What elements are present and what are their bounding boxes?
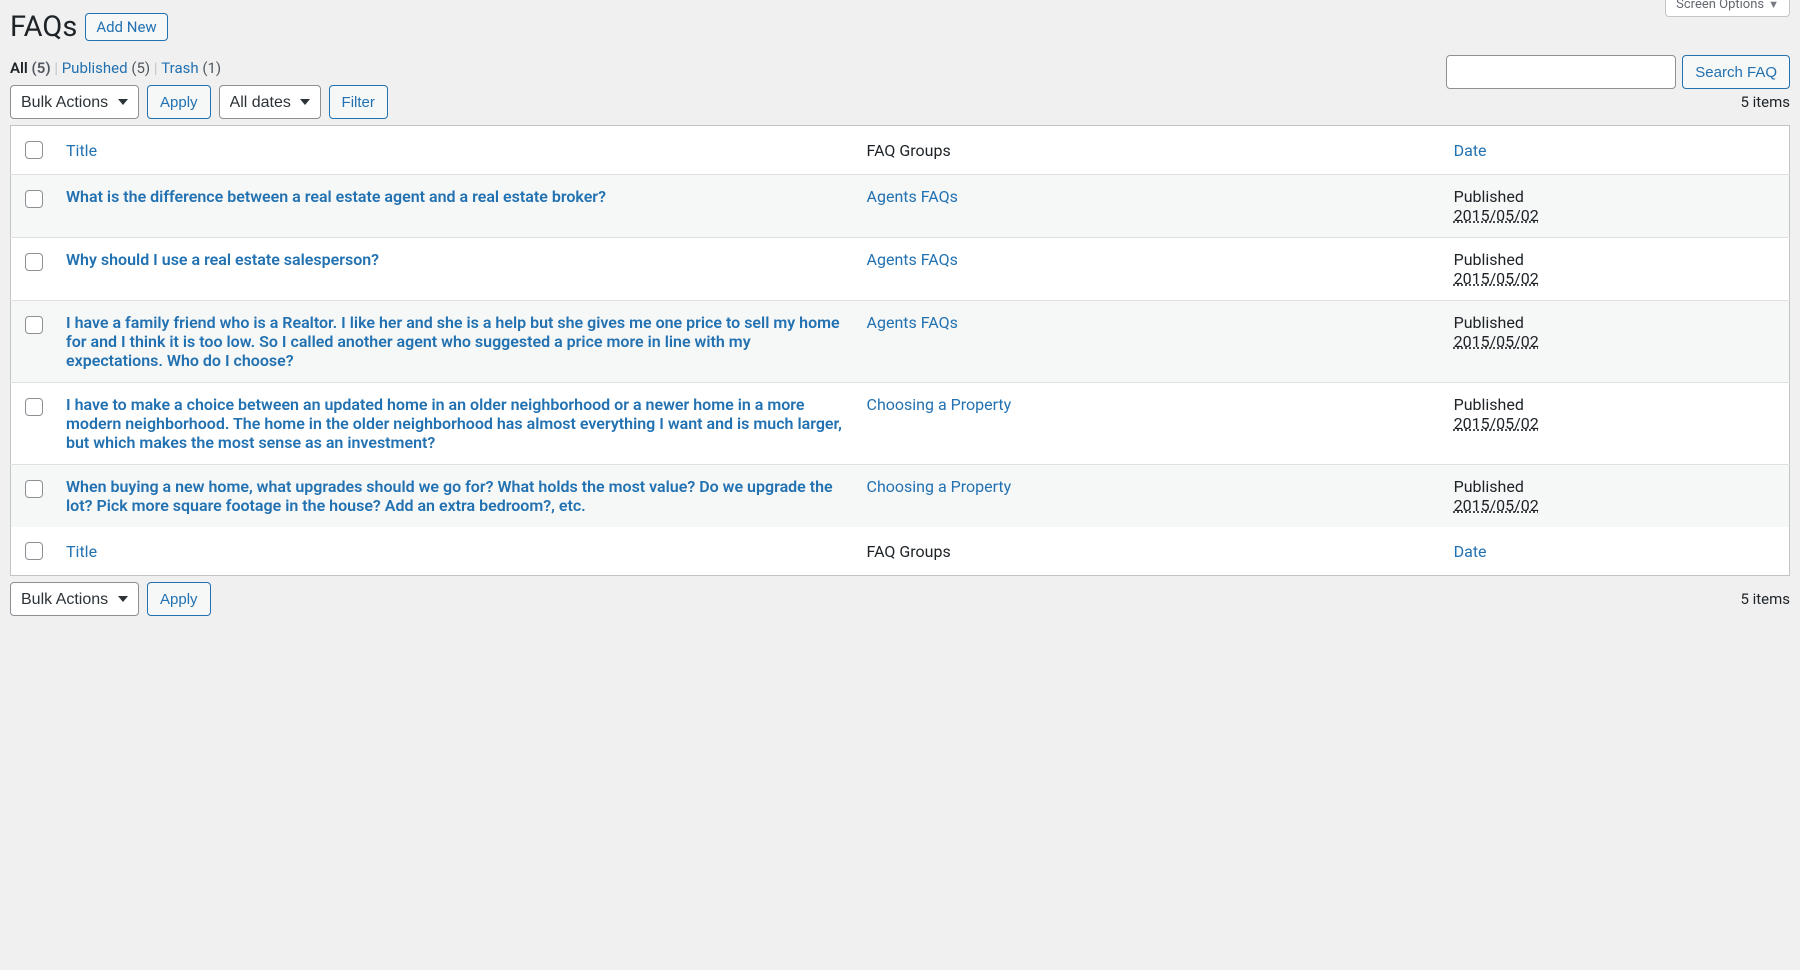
filter-all[interactable]: All (5) (10, 59, 54, 77)
row-checkbox[interactable] (25, 316, 43, 334)
table-row: I have a family friend who is a Realtor.… (11, 301, 1790, 383)
row-checkbox[interactable] (25, 398, 43, 416)
table-row: Why should I use a real estate salespers… (11, 238, 1790, 301)
row-group-link[interactable]: Agents FAQs (867, 313, 958, 332)
col-header-date[interactable]: Date (1444, 126, 1790, 175)
table-row: When buying a new home, what upgrades sh… (11, 465, 1790, 528)
bulk-actions-apply-button[interactable]: Apply (147, 85, 211, 119)
select-all-top[interactable] (25, 141, 43, 159)
row-status: Published (1454, 187, 1779, 206)
row-date: 2015/05/02 (1454, 414, 1539, 433)
tablenav-top: Bulk Actions Apply All dates Filter 5 it… (10, 85, 1790, 119)
table-row: What is the difference between a real es… (11, 175, 1790, 238)
row-title-link[interactable]: I have a family friend who is a Realtor.… (66, 313, 840, 370)
add-new-button[interactable]: Add New (85, 13, 167, 41)
row-checkbox[interactable] (25, 190, 43, 208)
bulk-actions-select[interactable]: Bulk Actions (10, 85, 139, 119)
row-status: Published (1454, 477, 1779, 496)
tablenav-bottom: Bulk Actions Apply 5 items (10, 582, 1790, 616)
row-status: Published (1454, 395, 1779, 414)
row-date: 2015/05/02 (1454, 496, 1539, 515)
row-title-link[interactable]: Why should I use a real estate salespers… (66, 250, 379, 269)
col-header-faq-groups: FAQ Groups (857, 126, 1444, 175)
row-group-link[interactable]: Choosing a Property (867, 477, 1012, 496)
row-group-link[interactable]: Agents FAQs (867, 187, 958, 206)
row-title-link[interactable]: When buying a new home, what upgrades sh… (66, 477, 833, 515)
select-all-bottom[interactable] (25, 542, 43, 560)
row-checkbox[interactable] (25, 253, 43, 271)
items-count-top: 5 items (1740, 93, 1790, 111)
faq-list-table: Title FAQ Groups Date What is the differ… (10, 125, 1790, 576)
row-status: Published (1454, 313, 1779, 332)
row-title-link[interactable]: What is the difference between a real es… (66, 187, 606, 206)
bulk-actions-apply-button-bottom[interactable]: Apply (147, 582, 211, 616)
date-filter-select[interactable]: All dates (219, 85, 321, 119)
filter-button[interactable]: Filter (329, 85, 388, 119)
row-checkbox[interactable] (25, 480, 43, 498)
filter-published[interactable]: Published (5) (62, 59, 154, 77)
row-status: Published (1454, 250, 1779, 269)
row-date: 2015/05/02 (1454, 206, 1539, 225)
search-box: Search FAQ (1446, 55, 1790, 89)
page-title: FAQs (10, 10, 77, 44)
search-input[interactable] (1446, 55, 1676, 89)
col-footer-faq-groups: FAQ Groups (857, 527, 1444, 576)
filter-trash[interactable]: Trash (1) (161, 59, 221, 77)
row-group-link[interactable]: Choosing a Property (867, 395, 1012, 414)
table-row: I have to make a choice between an updat… (11, 383, 1790, 465)
bulk-actions-select-bottom[interactable]: Bulk Actions (10, 582, 139, 616)
search-button[interactable]: Search FAQ (1682, 55, 1790, 89)
row-title-link[interactable]: I have to make a choice between an updat… (66, 395, 842, 452)
col-header-title[interactable]: Title (56, 126, 857, 175)
row-date: 2015/05/02 (1454, 332, 1539, 351)
items-count-bottom: 5 items (1740, 590, 1790, 608)
col-footer-date[interactable]: Date (1444, 527, 1790, 576)
row-date: 2015/05/02 (1454, 269, 1539, 288)
col-footer-title[interactable]: Title (56, 527, 857, 576)
row-group-link[interactable]: Agents FAQs (867, 250, 958, 269)
